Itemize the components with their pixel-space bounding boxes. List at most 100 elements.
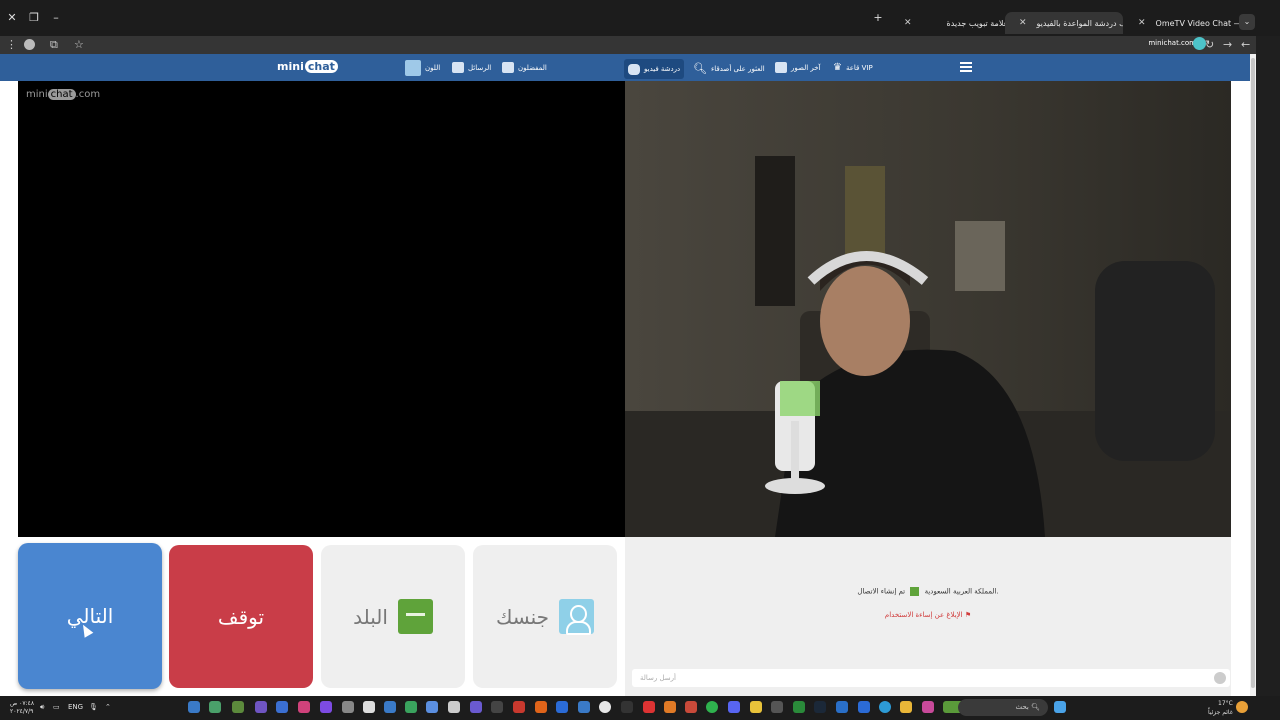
watermark-chat-text: chat bbox=[47, 89, 76, 100]
app-icon[interactable] bbox=[750, 701, 762, 713]
back-icon[interactable]: ← bbox=[1241, 38, 1250, 52]
report-abuse-link[interactable]: الإبلاغ عن إساءة الاستخدام ⚑ bbox=[625, 611, 1231, 619]
xbox-icon[interactable] bbox=[793, 701, 805, 713]
app-icon[interactable] bbox=[836, 701, 848, 713]
steam-icon[interactable] bbox=[814, 701, 826, 713]
saudi-flag-icon bbox=[397, 599, 433, 634]
nav-color[interactable]: اللون bbox=[405, 60, 440, 76]
nav-favorites[interactable]: المفضلون bbox=[502, 62, 547, 73]
nav-last-photos[interactable]: آخر الصور bbox=[775, 62, 821, 73]
hamburger-menu-icon[interactable] bbox=[960, 62, 972, 72]
taskbar-search[interactable]: بحث 🔍︎ bbox=[958, 699, 1048, 716]
microphone-icon[interactable]: 🎙︎ bbox=[89, 703, 98, 711]
app-icon[interactable] bbox=[621, 701, 633, 713]
tab-minichat[interactable]: ✕ غرف دردشة المواعدة بالفيديو bbox=[1005, 12, 1123, 34]
app-icon[interactable] bbox=[188, 701, 200, 713]
minimize-window-icon[interactable]: – bbox=[48, 10, 64, 26]
instagram-icon[interactable] bbox=[298, 701, 310, 713]
extensions-icon[interactable]: ⧉ bbox=[50, 38, 58, 52]
profile-avatar-icon[interactable] bbox=[24, 39, 35, 50]
app-icon[interactable] bbox=[858, 701, 870, 713]
remote-video-frame bbox=[625, 81, 1231, 537]
nav-search-label: العثور على أصدقاء bbox=[710, 64, 765, 73]
url-text[interactable]: minichat.com bbox=[1148, 39, 1196, 47]
emoji-icon[interactable] bbox=[1214, 672, 1226, 684]
file-explorer-icon[interactable] bbox=[900, 701, 912, 713]
nav-vip-label: قاعة VIP bbox=[845, 63, 873, 72]
tab-ometv[interactable]: ✕ OmeTV Video Chat — Ome bbox=[1124, 13, 1242, 33]
page-scrollbar[interactable] bbox=[1250, 54, 1256, 702]
whatsapp-icon[interactable] bbox=[706, 701, 718, 713]
app-icon[interactable] bbox=[470, 701, 482, 713]
tab-close-icon[interactable]: ✕ bbox=[904, 18, 912, 28]
tab-close-icon[interactable]: ✕ bbox=[1138, 18, 1146, 28]
tab-close-icon[interactable]: ✕ bbox=[1019, 18, 1027, 28]
edge-icon[interactable] bbox=[879, 701, 891, 713]
nav-last-photos-label: آخر الصور bbox=[791, 63, 821, 72]
app-icon[interactable] bbox=[384, 701, 396, 713]
app-icon[interactable] bbox=[363, 701, 375, 713]
app-icon[interactable] bbox=[922, 701, 934, 713]
app-icon[interactable] bbox=[448, 701, 460, 713]
windows-start-icon[interactable] bbox=[1054, 701, 1066, 713]
weather-widget[interactable]: 17°C غائم جزئياً bbox=[1208, 699, 1233, 717]
app-icon[interactable] bbox=[342, 701, 354, 713]
next-button[interactable]: التالي bbox=[18, 543, 162, 689]
app-icon[interactable] bbox=[685, 701, 697, 713]
nav-search-friends[interactable]: 🔍︎ العثور على أصدقاء bbox=[693, 62, 765, 75]
forward-icon[interactable]: → bbox=[1223, 38, 1232, 52]
scrollbar-thumb[interactable] bbox=[1251, 58, 1255, 688]
network-icon[interactable]: ▭ bbox=[53, 703, 60, 711]
nav-color-label: اللون bbox=[425, 64, 441, 72]
new-tab-icon[interactable]: + bbox=[870, 10, 886, 26]
search-label: بحث bbox=[1015, 703, 1029, 711]
bookmark-star-icon[interactable]: ☆ bbox=[74, 38, 84, 52]
app-icon[interactable] bbox=[491, 701, 503, 713]
app-icon[interactable] bbox=[556, 701, 568, 713]
message-input[interactable]: أرسل رسالة bbox=[632, 669, 1230, 687]
tab-title: علامة تبويب جديدة bbox=[946, 18, 1009, 28]
teams-icon[interactable] bbox=[255, 701, 267, 713]
address-bar: ⋮ ⧉ ☆ minichat.com ↻ → ← bbox=[0, 36, 1256, 54]
volume-icon[interactable]: 🔊︎ bbox=[40, 703, 44, 712]
discord-icon[interactable] bbox=[728, 701, 740, 713]
taskbar: ٠٧:٤٨ ص ٢٠٢٤/٧/٩ 🔊︎ ▭ ENG 🎙︎ ⌃ بحث 🔍︎ 17… bbox=[0, 696, 1280, 720]
nav-video-chat[interactable]: دردشة فيديو bbox=[624, 59, 685, 79]
bookmark-icon bbox=[502, 62, 514, 73]
nav-favorites-label: المفضلون bbox=[518, 63, 547, 72]
menu-dots-icon[interactable]: ⋮ bbox=[6, 38, 17, 52]
tab-new-tab[interactable]: ✕ علامة تبويب جديدة bbox=[890, 13, 1010, 33]
app-icon[interactable] bbox=[535, 701, 547, 713]
chrome-icon[interactable] bbox=[599, 701, 611, 713]
app-icon[interactable] bbox=[209, 701, 221, 713]
app-icon[interactable] bbox=[513, 701, 525, 713]
clock-date: ٢٠٢٤/٧/٩ bbox=[10, 708, 34, 715]
app-icon[interactable] bbox=[771, 701, 783, 713]
app-icon[interactable] bbox=[664, 701, 676, 713]
tab-title: OmeTV Video Chat — Ome bbox=[1155, 18, 1242, 28]
search-icon: 🔍︎ bbox=[1031, 703, 1040, 711]
logo-chat-text: chat bbox=[304, 60, 338, 73]
restore-window-icon[interactable]: ❐ bbox=[26, 10, 42, 26]
nav-vip[interactable]: ♛ قاعة VIP bbox=[833, 62, 873, 73]
app-icon[interactable] bbox=[643, 701, 655, 713]
site-header: mini chat اللون الرسائل المفضلون دردشة في… bbox=[0, 54, 1250, 81]
app-icon[interactable] bbox=[276, 701, 288, 713]
gender-button[interactable]: جنسك bbox=[473, 545, 617, 688]
tab-search-chevron-icon[interactable]: ⌄ bbox=[1239, 14, 1255, 30]
user-avatar-icon bbox=[559, 599, 595, 635]
minichat-logo[interactable]: mini chat bbox=[277, 60, 338, 73]
app-icon[interactable] bbox=[426, 701, 438, 713]
app-icon[interactable] bbox=[405, 701, 417, 713]
tray-chevron-icon[interactable]: ⌃ bbox=[105, 703, 111, 711]
reload-icon[interactable]: ↻ bbox=[1205, 38, 1214, 52]
app-icon[interactable] bbox=[320, 701, 332, 713]
nav-messages[interactable]: الرسائل bbox=[452, 62, 491, 73]
close-window-icon[interactable]: ✕ bbox=[4, 10, 20, 26]
app-icon[interactable] bbox=[578, 701, 590, 713]
language-indicator[interactable]: ENG bbox=[68, 703, 83, 711]
stop-button[interactable]: توقف bbox=[169, 545, 313, 688]
clock[interactable]: ٠٧:٤٨ ص ٢٠٢٤/٧/٩ bbox=[10, 700, 34, 716]
country-button[interactable]: البلد bbox=[321, 545, 465, 688]
app-icon[interactable] bbox=[232, 701, 244, 713]
